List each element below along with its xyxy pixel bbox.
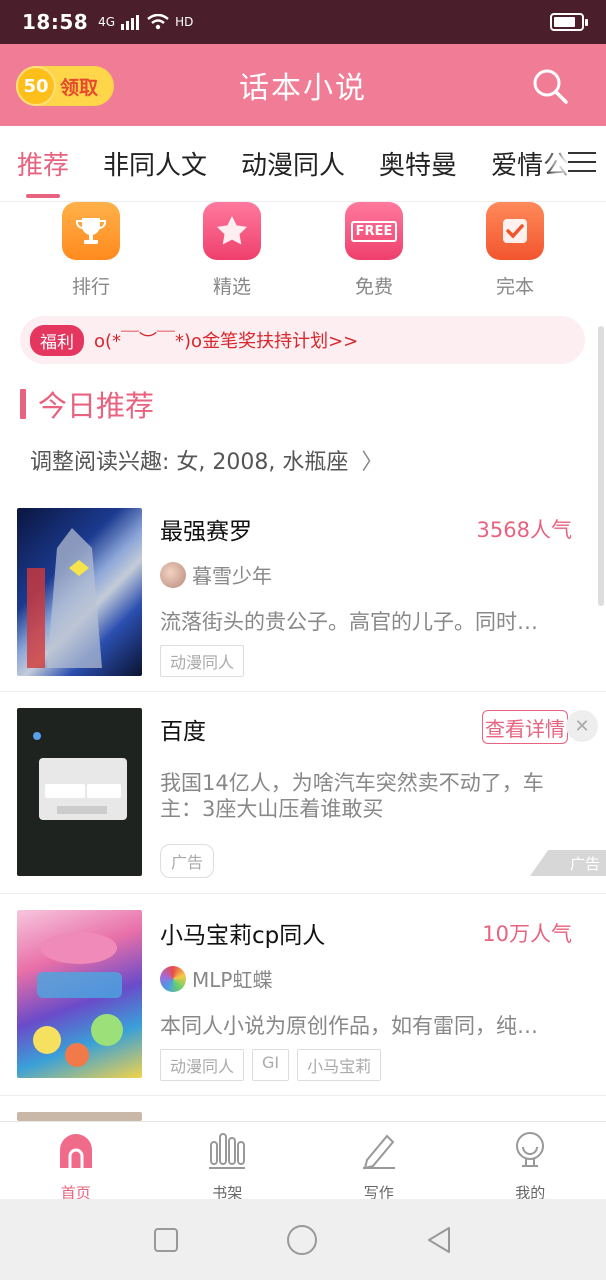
bottom-nav: 首页 书架 写作 我的	[0, 1121, 606, 1202]
check-icon	[486, 202, 544, 260]
wifi-icon	[147, 14, 169, 30]
avatar	[160, 965, 186, 992]
trophy-icon	[62, 202, 120, 260]
ad-corner-badge: 广告	[530, 850, 606, 876]
star-icon	[203, 202, 261, 260]
tab-anime-fanfic[interactable]: 动漫同人	[224, 126, 362, 202]
coin-icon: 50	[16, 66, 56, 106]
nav-profile[interactable]: 我的	[455, 1122, 606, 1202]
reading-preference-link[interactable]: 调整阅读兴趣: 女, 2008, 水瓶座 〉	[30, 444, 383, 476]
ad-label: 广告	[160, 844, 215, 878]
reading-preference-text: 调整阅读兴趣: 女, 2008, 水瓶座	[30, 450, 349, 475]
hd-indicator: HD	[175, 15, 194, 29]
book-popularity: 3568人气	[476, 518, 572, 542]
quick-link-completed[interactable]: 完本	[460, 202, 570, 299]
book-author: MLP虹蝶	[160, 964, 272, 993]
network-type: 4G	[98, 15, 116, 29]
quick-link-label: 完本	[495, 276, 534, 298]
book-card[interactable]: 小马宝莉cp同人 10万人气 MLP虹蝶 本同人小说为原创作品，如有雷同，纯… …	[0, 894, 606, 1096]
section-title: 今日推荐	[20, 384, 154, 424]
welfare-banner[interactable]: 福利 o(*￣︶￣*)o金笔奖扶持计划>>	[20, 316, 585, 364]
ad-image	[17, 708, 142, 876]
quick-link-label: 排行	[71, 276, 110, 298]
ad-card[interactable]: 百度 查看详情 ✕ 我国14亿人，为啥汽车突然卖不动了，车主：3座大山压着谁敢买…	[0, 692, 606, 894]
chevron-right-icon: 〉	[361, 450, 384, 475]
system-nav-bar	[0, 1199, 606, 1280]
book-cover-image	[17, 910, 142, 1078]
book-cover-image	[17, 508, 142, 676]
book-tag: 动漫同人	[160, 1049, 245, 1081]
pencil-icon	[362, 1134, 395, 1170]
app-title: 话本小说	[239, 71, 367, 106]
quick-link-ranking[interactable]: 排行	[36, 202, 146, 299]
close-icon[interactable]: ✕	[566, 710, 598, 742]
search-icon	[533, 69, 568, 104]
welfare-badge: 福利	[30, 324, 84, 356]
book-description: 本同人小说为原创作品，如有雷同，纯…	[160, 1014, 538, 1038]
book-card[interactable]: 最强赛罗 3568人气 暮雪少年 流落街头的贵公子。高官的儿子。同时… 动漫同人	[0, 490, 606, 692]
back-icon[interactable]	[424, 1225, 454, 1255]
free-icon-text: FREE	[350, 220, 398, 242]
nav-write[interactable]: 写作	[303, 1122, 455, 1202]
book-title: 小马宝莉cp同人	[160, 923, 326, 949]
avatar	[160, 561, 186, 588]
tab-non-fanfic[interactable]: 非同人文	[86, 126, 224, 202]
book-popularity: 10万人气	[482, 922, 572, 946]
welfare-text: o(*￣︶￣*)o金笔奖扶持计划>>	[94, 331, 359, 352]
home-icon	[59, 1134, 92, 1168]
recents-icon[interactable]	[152, 1226, 180, 1254]
book-tag: 动漫同人	[160, 645, 245, 677]
profile-icon	[516, 1132, 545, 1167]
book-tag: 小马宝莉	[297, 1049, 382, 1081]
battery-icon	[550, 13, 588, 31]
book-author: 暮雪少年	[160, 560, 272, 589]
author-name: 暮雪少年	[192, 564, 272, 588]
home-button-icon[interactable]	[285, 1223, 319, 1257]
book-cover-image	[17, 1112, 142, 1121]
tabs-menu-icon[interactable]	[568, 152, 596, 176]
app-bar: 50 领取 话本小说	[0, 44, 606, 126]
search-button[interactable]	[530, 66, 570, 106]
status-time: 18:58	[22, 10, 89, 34]
book-title: 最强赛罗	[160, 519, 252, 545]
category-tabs: 推荐 非同人文 动漫同人 奥特曼 爱情公	[0, 126, 606, 202]
ad-title: 百度	[160, 719, 206, 745]
claim-label: 领取	[60, 76, 99, 99]
section-title-text: 今日推荐	[38, 389, 155, 423]
author-name: MLP虹蝶	[192, 968, 273, 992]
signal-icon	[121, 15, 140, 30]
tab-recommend[interactable]: 推荐	[0, 126, 86, 202]
book-description: 流落街头的贵公子。高官的儿子。同时…	[160, 610, 538, 634]
network-indicator: 4G HD	[98, 14, 193, 30]
quick-link-label: 免费	[354, 276, 393, 298]
book-tags: 动漫同人 GI 小马宝莉	[160, 1049, 382, 1081]
tab-ultraman[interactable]: 奥特曼	[362, 126, 474, 202]
book-tag: GI	[252, 1049, 290, 1081]
quick-link-selected[interactable]: 精选	[177, 202, 287, 299]
view-details-button[interactable]: 查看详情	[482, 710, 568, 744]
nav-bookshelf[interactable]: 书架	[152, 1122, 304, 1202]
book-tags: 动漫同人	[160, 645, 245, 677]
quick-link-free[interactable]: FREE 免费	[319, 202, 429, 299]
bookshelf-icon	[209, 1133, 246, 1169]
ad-description: 我国14亿人，为啥汽车突然卖不动了，车主：3座大山压着谁敢买	[160, 771, 544, 821]
book-card[interactable]	[0, 1096, 606, 1121]
free-icon: FREE	[345, 202, 403, 260]
status-bar: 18:58 4G HD	[0, 0, 606, 44]
claim-coins-button[interactable]: 50 领取	[16, 66, 114, 106]
quick-link-label: 精选	[212, 276, 251, 298]
quick-links: 排行 精选 FREE 免费 完本	[0, 200, 606, 310]
nav-home[interactable]: 首页	[0, 1122, 152, 1202]
